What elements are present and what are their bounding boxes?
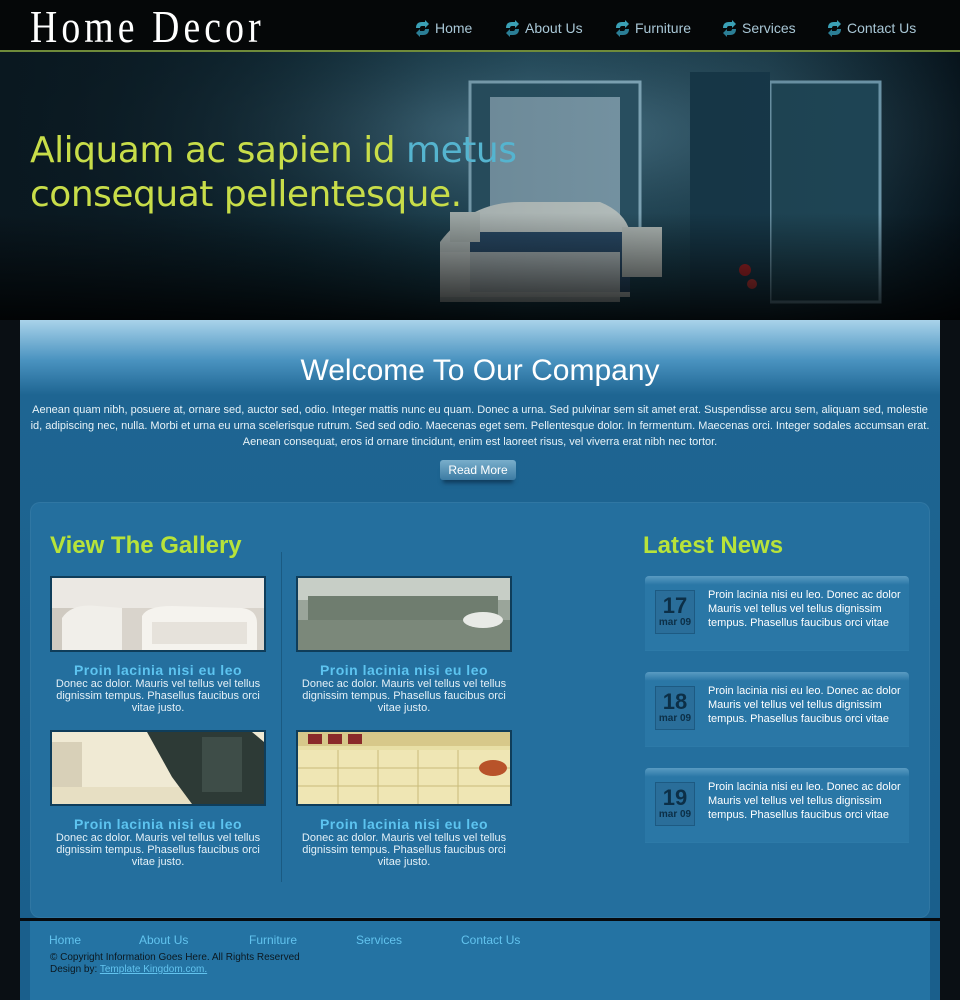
gallery-thumbnail-sofa[interactable] [50, 576, 266, 652]
gallery-item-title[interactable]: Proin lacinia nisi eu leo [50, 816, 266, 832]
site-footer: Home About Us Furniture Services Contact… [20, 921, 940, 1000]
gallery-item[interactable]: Proin lacinia nisi eu leo Donec ac dolor… [296, 576, 512, 714]
nav-services[interactable]: Services [721, 17, 796, 39]
news-day: 19 [662, 785, 688, 810]
nav-home-label: Home [435, 20, 473, 36]
news-title: Latest News [643, 532, 784, 559]
news-divider [645, 746, 909, 747]
footer-link-home[interactable]: Home [49, 933, 81, 947]
gallery-title: View The Gallery [50, 532, 242, 559]
hero-line-1-accent: metus [406, 130, 517, 171]
kitchen-cabinets-image [298, 732, 510, 804]
news-day: 17 [662, 593, 688, 618]
footer-panel: Home About Us Furniture Services Contact… [30, 921, 930, 1000]
arrow-swirl-icon [506, 19, 519, 37]
column-divider [281, 552, 282, 882]
news-month: mar 09 [658, 617, 692, 628]
white-sofa-image [52, 578, 264, 650]
site-header: Home Decor Home About Us Furniture Servi… [0, 0, 960, 52]
news-text: Proin lacinia nisi eu leo. Donec ac dolo… [708, 781, 901, 821]
content-panel: View The Gallery Proin lacinia nisi eu l… [30, 502, 930, 918]
design-credit-link[interactable]: Template Kingdom.com. [100, 964, 207, 975]
gallery-item[interactable]: Proin lacinia nisi eu leo Donec ac dolor… [50, 730, 266, 868]
green-couch-image [298, 578, 510, 650]
news-item[interactable]: 17 mar 09 Proin lacinia nisi eu leo. Don… [645, 576, 909, 650]
news-divider [645, 842, 909, 843]
nav-about-us[interactable]: About Us [504, 17, 583, 39]
gallery-item-title[interactable]: Proin lacinia nisi eu leo [296, 816, 512, 832]
design-credit-label: Design by: [50, 964, 98, 975]
gallery-item[interactable]: Proin lacinia nisi eu leo Donec ac dolor… [50, 576, 266, 714]
arrow-swirl-icon [416, 19, 429, 37]
news-divider [645, 650, 909, 651]
gallery-thumbnail-couch[interactable] [296, 576, 512, 652]
nav-about-us-label: About Us [525, 20, 583, 36]
gallery-item[interactable]: Proin lacinia nisi eu leo Donec ac dolor… [296, 730, 512, 868]
arrow-swirl-icon [723, 19, 736, 37]
gallery-item-title[interactable]: Proin lacinia nisi eu leo [50, 662, 266, 678]
copyright-text: © Copyright Information Goes Here. All R… [50, 952, 300, 963]
footer-link-about-us[interactable]: About Us [139, 933, 188, 947]
gallery-item-title[interactable]: Proin lacinia nisi eu leo [296, 662, 512, 678]
gallery-item-text: Donec ac dolor. Mauris vel tellus vel te… [301, 832, 507, 868]
nav-furniture-label: Furniture [635, 20, 692, 36]
hero-headline-line-1: Aliquam ac sapien id metus [30, 130, 517, 171]
footer-link-furniture[interactable]: Furniture [249, 933, 297, 947]
news-text: Proin lacinia nisi eu leo. Donec ac dolo… [708, 685, 901, 725]
news-text: Proin lacinia nisi eu leo. Donec ac dolo… [708, 589, 901, 629]
gallery-item-text: Donec ac dolor. Mauris vel tellus vel te… [55, 678, 261, 714]
hero-banner: Aliquam ac sapien id metus consequat pel… [0, 52, 960, 320]
news-date-badge: 18 mar 09 [655, 686, 695, 730]
news-date-badge: 17 mar 09 [655, 590, 695, 634]
hero-line-1-text: Aliquam ac sapien id [30, 130, 407, 171]
read-more-button[interactable]: Read More [440, 460, 516, 480]
nav-services-label: Services [742, 20, 796, 36]
nav-home[interactable]: Home [414, 17, 472, 39]
footer-link-contact-us[interactable]: Contact Us [461, 933, 520, 947]
welcome-title: Welcome To Our Company [300, 354, 660, 387]
news-month: mar 09 [658, 713, 692, 724]
gallery-item-text: Donec ac dolor. Mauris vel tellus vel te… [301, 678, 507, 714]
gallery-item-text: Donec ac dolor. Mauris vel tellus vel te… [55, 832, 261, 868]
arrow-swirl-icon [616, 19, 629, 37]
arrow-swirl-icon [828, 19, 841, 37]
news-day: 18 [662, 689, 688, 714]
gallery-thumbnail-office-chair[interactable] [50, 730, 266, 806]
main-nav: Home About Us Furniture Services Contact… [0, 17, 960, 39]
copyright-block: © Copyright Information Goes Here. All R… [50, 952, 300, 976]
welcome-text: Aenean quam nibh, posuere at, ornare sed… [30, 404, 930, 448]
nav-contact-us[interactable]: Contact Us [826, 17, 916, 39]
news-month: mar 09 [658, 809, 692, 820]
news-item[interactable]: 18 mar 09 Proin lacinia nisi eu leo. Don… [645, 672, 909, 746]
footer-link-services[interactable]: Services [356, 933, 402, 947]
hero-headline-line-2: consequat pellentesque. [30, 174, 462, 215]
office-chair-image [52, 732, 264, 804]
design-credit: Design by: Template Kingdom.com. [50, 964, 300, 976]
news-date-badge: 19 mar 09 [655, 782, 695, 826]
news-item[interactable]: 19 mar 09 Proin lacinia nisi eu leo. Don… [645, 768, 909, 842]
gallery-thumbnail-kitchen[interactable] [296, 730, 512, 806]
nav-contact-us-label: Contact Us [847, 20, 917, 36]
nav-furniture[interactable]: Furniture [614, 17, 691, 39]
